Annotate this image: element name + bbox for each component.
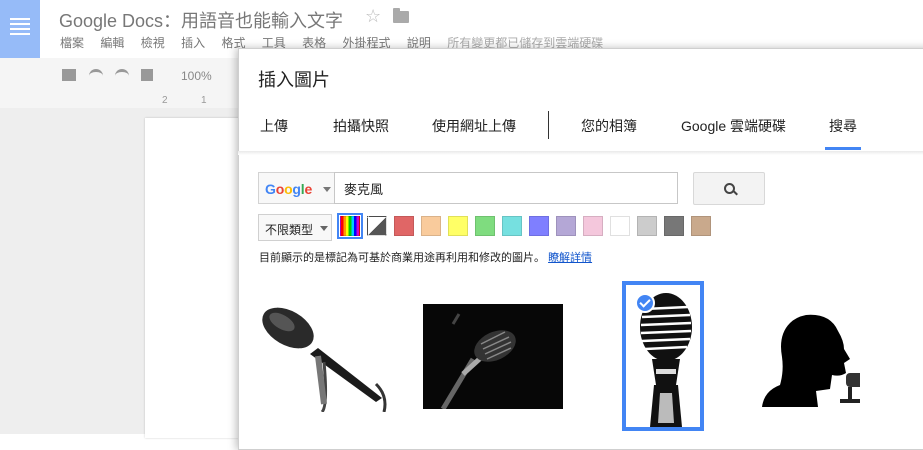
learn-more-link[interactable]: 瞭解詳情 [548,252,592,264]
license-notice: 目前顯示的是標記為可基於商業用途再利用和修改的圖片。 瞭解詳情 [259,249,592,265]
star-icon[interactable]: ☆ [365,6,381,27]
google-logo: Google [265,181,313,197]
undo-icon[interactable] [89,69,103,78]
active-tab-indicator [825,147,861,150]
ruler-mark: 2 [162,95,168,106]
tab-albums[interactable]: 您的相簿 [581,116,637,136]
menu-insert[interactable]: 插入 [181,36,205,50]
tab-upload[interactable]: 上傳 [260,116,288,136]
tab-google-drive[interactable]: Google 雲端硬碟 [681,116,786,136]
color-filter-swatch[interactable] [583,216,603,236]
paint-format-icon[interactable] [141,69,153,81]
color-filter-swatch[interactable] [691,216,711,236]
ruler-mark: 1 [201,95,207,106]
tab-divider [548,111,549,139]
chevron-down-icon [323,187,331,192]
color-filter-swatch[interactable] [502,216,522,236]
search-input[interactable] [334,172,678,204]
tab-search[interactable]: 搜尋 [829,116,857,136]
image-type-label: 不限類型 [265,223,314,237]
result-thumbnail-dark-stand-mic[interactable] [423,304,563,409]
print-icon[interactable] [62,69,76,81]
menu-file[interactable]: 檔案 [60,36,84,50]
color-filter-swatch[interactable] [475,216,495,236]
search-button[interactable] [693,172,765,205]
color-filter-swatch[interactable] [421,216,441,236]
image-type-select[interactable]: 不限類型 [258,214,332,241]
color-filter-any[interactable] [337,213,363,239]
docs-home-icon[interactable] [0,0,40,58]
menu-view[interactable]: 檢視 [141,36,165,50]
search-icon [724,183,735,194]
color-filter-swatch[interactable] [610,216,630,236]
dialog-title: 插入圖片 [258,70,330,90]
selected-check-icon [635,293,655,313]
color-filter-bw[interactable] [367,216,387,236]
color-filter-swatch[interactable] [664,216,684,236]
search-provider-select[interactable]: Google [258,172,334,204]
redo-icon[interactable] [115,69,129,78]
color-filter-swatch[interactable] [637,216,657,236]
folder-icon[interactable] [393,8,409,23]
chevron-down-icon [320,226,328,231]
zoom-select[interactable]: 100% [181,69,212,83]
result-thumbnail-speaker-silhouette[interactable] [760,311,860,407]
document-title[interactable]: Google Docs：用語音也能輸入文字 [59,7,343,33]
tabs-shadow [238,151,923,155]
license-notice-text: 目前顯示的是標記為可基於商業用途再利用和修改的圖片。 [259,252,545,264]
tab-by-url[interactable]: 使用網址上傳 [432,116,516,136]
result-thumbnail-handheld-mic[interactable] [258,296,390,412]
color-filter-swatch[interactable] [394,216,414,236]
color-filter-swatch[interactable] [529,216,549,236]
color-filter-swatch[interactable] [556,216,576,236]
menu-edit[interactable]: 編輯 [100,36,124,50]
color-filter-swatch[interactable] [448,216,468,236]
tab-snapshot[interactable]: 拍攝快照 [333,116,389,136]
